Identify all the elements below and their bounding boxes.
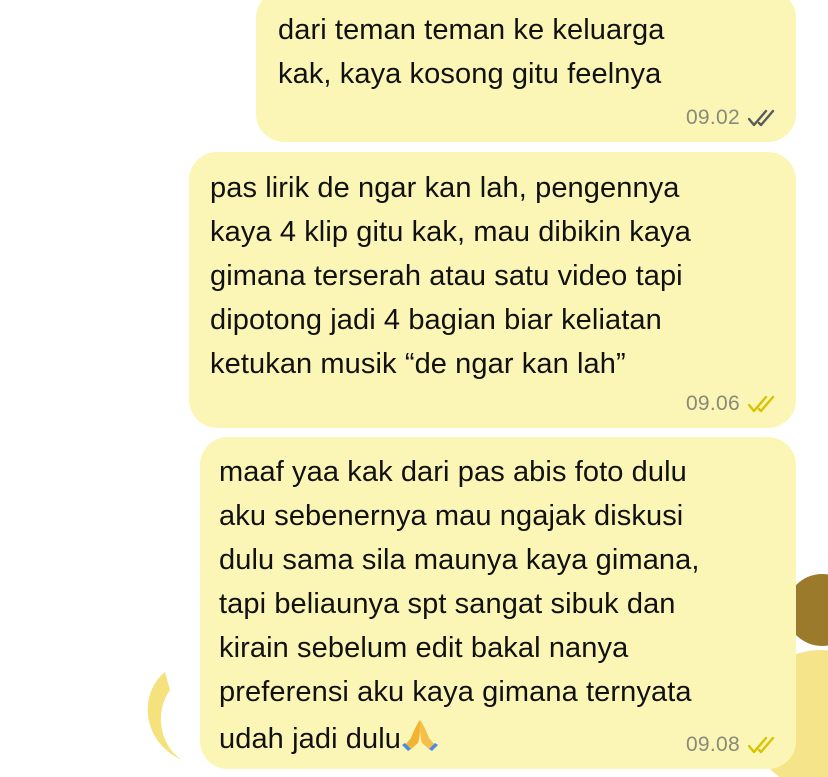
message-bubble-1[interactable]: dari teman teman ke keluarga kak, kaya k… — [256, 0, 796, 142]
message-time: 09.02 — [685, 106, 740, 129]
double-check-icon — [748, 736, 775, 754]
folded-hands-emoji-icon — [402, 720, 438, 751]
crescent-moon-shape — [147, 672, 182, 760]
message-time: 09.06 — [685, 392, 740, 415]
double-check-icon — [748, 109, 775, 127]
message-time: 09.08 — [685, 733, 740, 756]
message-text: pas lirik de ngar kan lah, pengennya kay… — [210, 172, 691, 380]
message-bubble-3[interactable]: maaf yaa kak dari pas abis foto dulu aku… — [200, 437, 796, 769]
message-text: maaf yaa kak dari pas abis foto dulu aku… — [219, 450, 796, 761]
message-meta: 09.06 — [686, 392, 778, 416]
double-check-icon — [748, 395, 775, 413]
message-meta: 09.02 — [686, 106, 778, 130]
message-meta: 09.08 — [686, 733, 778, 757]
message-text: dari teman teman ke keluarga kak, kaya k… — [278, 14, 665, 90]
message-text-body: maaf yaa kak dari pas abis foto dulu aku… — [219, 456, 700, 755]
message-bubble-2[interactable]: pas lirik de ngar kan lah, pengennya kay… — [189, 152, 796, 428]
